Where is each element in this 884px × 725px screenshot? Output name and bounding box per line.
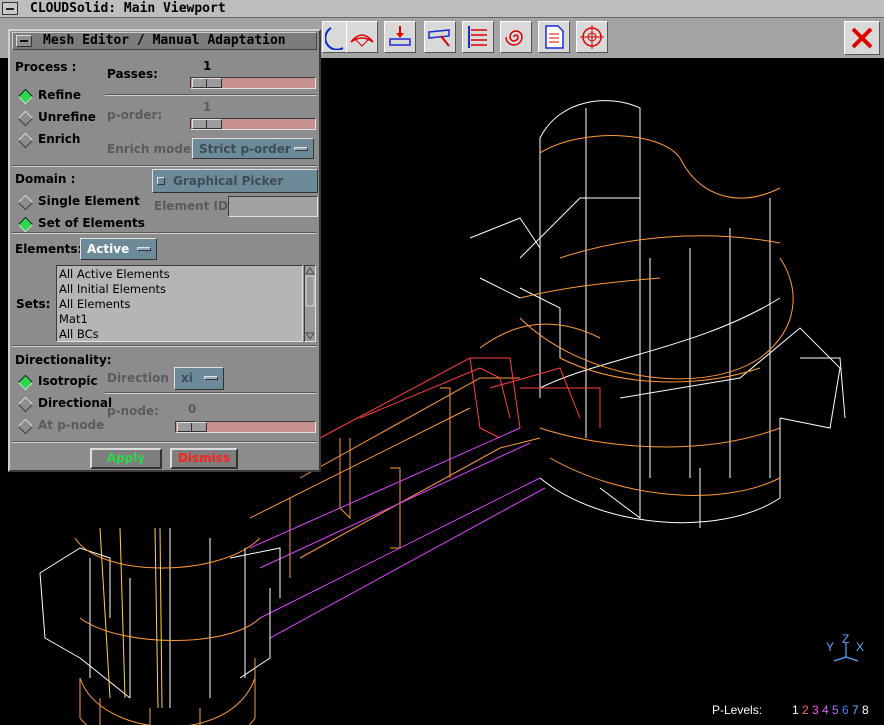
element-id-field[interactable] xyxy=(228,196,318,217)
sets-list[interactable]: All Active Elements All Initial Elements… xyxy=(56,265,303,342)
plevel-6: 6 xyxy=(842,703,849,717)
plevel-8: 8 xyxy=(862,703,869,717)
dialog-titlebar[interactable]: Mesh Editor / Manual Adaptation xyxy=(12,32,317,50)
list-item[interactable]: Mat1 xyxy=(59,312,88,326)
refine-radio[interactable] xyxy=(17,88,34,105)
sets-scrollbar[interactable] xyxy=(304,265,316,342)
picker-toggle-icon xyxy=(157,177,165,185)
close-button[interactable] xyxy=(844,21,880,55)
main-window-titlebar: CLOUDSolid: Main Viewport xyxy=(0,0,884,18)
close-icon xyxy=(851,27,873,49)
single-element-label: Single Element xyxy=(38,194,140,208)
enrich-mode-select[interactable]: Strict p-order xyxy=(192,138,314,159)
passes-value: 1 xyxy=(203,59,212,73)
scroll-down-arrow-icon xyxy=(305,332,315,340)
directional-radio[interactable] xyxy=(17,396,34,413)
p-node-label: p-node: xyxy=(107,404,159,418)
axis-label-y: Y xyxy=(826,640,835,654)
direction-select[interactable]: xi xyxy=(174,367,224,390)
plevel-5: 5 xyxy=(832,703,839,717)
sets-label: Sets: xyxy=(16,297,51,311)
window-menu-button[interactable] xyxy=(2,2,18,15)
scroll-thumb xyxy=(305,275,315,307)
p-node-slider[interactable] xyxy=(175,421,316,433)
list-item[interactable]: All Initial Elements xyxy=(59,282,166,296)
direction-value: xi xyxy=(181,371,193,385)
at-p-node-label: At p-node xyxy=(38,418,105,432)
p-node-value: 0 xyxy=(188,402,197,416)
p-order-label: p-order: xyxy=(107,108,163,122)
list-item[interactable]: All Active Elements xyxy=(59,267,170,281)
unrefine-radio[interactable] xyxy=(17,110,34,127)
report-tool-button[interactable] xyxy=(538,21,570,53)
option-menu-indicator-icon xyxy=(294,147,308,151)
divider xyxy=(12,232,317,234)
plevel-7: 7 xyxy=(852,703,859,717)
elements-value: Active xyxy=(87,242,130,256)
directionality-label: Directionality: xyxy=(15,353,112,367)
graphical-picker-button[interactable]: Graphical Picker xyxy=(152,169,318,193)
surface-tool-button[interactable] xyxy=(346,21,378,53)
plevel-1: 1 xyxy=(792,703,799,717)
divider xyxy=(12,165,317,167)
unrefine-label: Unrefine xyxy=(38,110,96,124)
flow-tool-button[interactable] xyxy=(462,21,494,53)
passes-slider-thumb[interactable] xyxy=(192,78,222,88)
mesh-editor-dialog: Mesh Editor / Manual Adaptation Process … xyxy=(8,29,321,472)
isotropic-label: Isotropic xyxy=(38,374,98,388)
enrich-mode-label: Enrich mode: xyxy=(107,142,196,156)
target-tool-button[interactable] xyxy=(576,21,608,53)
elements-select[interactable]: Active xyxy=(80,238,157,260)
list-item[interactable]: All BCs xyxy=(59,327,99,341)
enrich-label: Enrich xyxy=(38,132,81,146)
dialog-menu-button[interactable] xyxy=(16,35,32,47)
elements-label: Elements: xyxy=(15,242,83,256)
set-of-elements-radio[interactable] xyxy=(17,216,34,233)
passes-label: Passes: xyxy=(107,67,158,81)
process-label: Process : xyxy=(15,60,77,74)
apply-button[interactable]: Apply xyxy=(90,448,162,469)
element-id-label: Element ID: xyxy=(154,199,233,213)
plevel-4: 4 xyxy=(822,703,829,717)
directionality-inner-divider xyxy=(105,392,317,394)
option-menu-indicator-icon xyxy=(204,376,218,380)
p-node-slider-thumb[interactable] xyxy=(177,422,207,432)
load-tool-button[interactable] xyxy=(384,21,416,53)
direction-label: Direction : xyxy=(107,371,178,385)
window-title: CLOUDSolid: Main Viewport xyxy=(30,1,226,16)
at-p-node-radio[interactable] xyxy=(17,418,34,435)
single-element-radio[interactable] xyxy=(17,194,34,211)
divider xyxy=(12,441,317,443)
p-order-slider[interactable] xyxy=(190,118,316,130)
plevel-3: 3 xyxy=(812,703,819,717)
plevel-2: 2 xyxy=(802,703,809,717)
dismiss-button[interactable]: Dismiss xyxy=(170,448,238,469)
p-order-value: 1 xyxy=(203,100,212,114)
plevels-label: P-Levels: xyxy=(712,703,763,717)
list-item[interactable]: All Elements xyxy=(59,297,131,311)
enrich-mode-value: Strict p-order xyxy=(199,142,291,156)
option-menu-indicator-icon xyxy=(137,247,151,251)
domain-label: Domain : xyxy=(15,172,76,186)
passes-slider[interactable] xyxy=(190,77,316,89)
divider xyxy=(12,345,317,347)
dialog-title: Mesh Editor / Manual Adaptation xyxy=(43,33,286,48)
refine-label: Refine xyxy=(38,88,81,102)
axis-label-x: X xyxy=(856,640,865,654)
p-order-slider-thumb[interactable] xyxy=(192,119,222,129)
set-of-elements-label: Set of Elements xyxy=(38,216,145,230)
directional-label: Directional xyxy=(38,396,113,410)
beam-tool-button[interactable] xyxy=(424,21,456,53)
isotropic-radio[interactable] xyxy=(17,374,34,391)
graphical-picker-label: Graphical Picker xyxy=(173,174,284,188)
spiral-tool-button[interactable] xyxy=(500,21,532,53)
enrich-radio[interactable] xyxy=(17,132,34,149)
process-inner-divider xyxy=(105,94,317,96)
axis-label-z: Z xyxy=(842,632,850,646)
scroll-up-arrow-icon xyxy=(305,267,315,275)
